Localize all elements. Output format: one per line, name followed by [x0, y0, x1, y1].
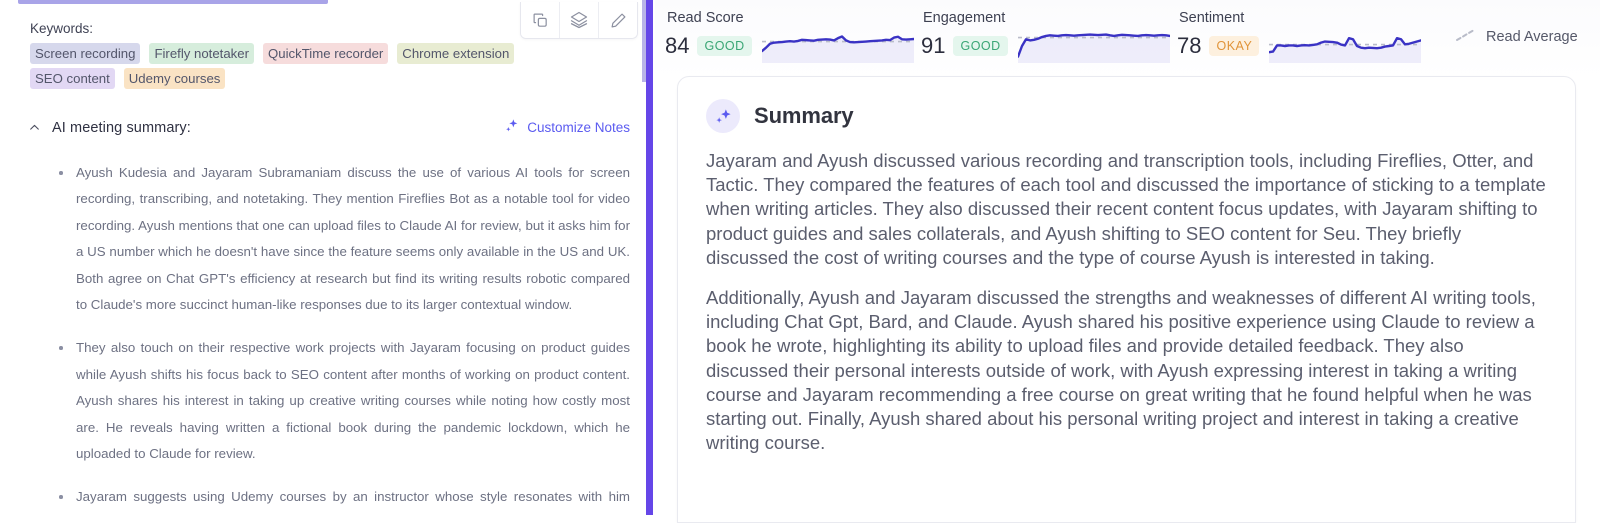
sparkle-icon	[706, 99, 740, 133]
keywords-section: Keywords: Screen recording Firefly noteta…	[30, 20, 630, 89]
keywords-label: Keywords:	[30, 21, 94, 36]
keyword-chip[interactable]: Chrome extension	[397, 43, 515, 64]
chart-legend: Read Average	[1455, 0, 1578, 46]
metric-row: 91 GOOD	[921, 29, 1177, 63]
metric-label: Read Score	[667, 10, 744, 26]
ai-summary-bullets: Ayush Kudesia and Jayaram Subramaniam di…	[58, 160, 630, 515]
ai-summary-header: AI meeting summary: Customize Notes	[26, 118, 630, 137]
metric-row: 84 GOOD	[665, 29, 921, 63]
metric-value: 78	[1177, 33, 1202, 58]
status-badge: OKAY	[1209, 36, 1260, 56]
status-badge: GOOD	[953, 36, 1008, 56]
keyword-chip[interactable]: Screen recording	[30, 43, 141, 64]
metric-label: Sentiment	[1179, 10, 1245, 26]
summary-paragraph: Jayaram and Ayush discussed various reco…	[706, 150, 1546, 268]
summary-bullet: Jayaram suggests using Udemy courses by …	[58, 484, 630, 515]
metric-value: 91	[921, 33, 946, 58]
keyword-chip[interactable]: SEO content	[30, 68, 115, 89]
app-root: Keywords: Screen recording Firefly noteta…	[0, 0, 1600, 523]
panel-divider[interactable]	[642, 0, 655, 515]
summary-card-header: Summary	[706, 99, 1547, 133]
summary-paragraph: Additionally, Ayush and Jayaram discusse…	[706, 287, 1536, 454]
summary-panel: Read Score 84 GOOD Engagement 91 GOOD Sentimen…	[655, 0, 1600, 523]
summary-bullet: They also touch on their respective work…	[58, 335, 630, 467]
customize-notes-label: Customize Notes	[527, 120, 630, 135]
chart-legend-label: Read Average	[1486, 29, 1578, 45]
notes-panel: Keywords: Screen recording Firefly noteta…	[0, 0, 646, 515]
sparkline-chart	[761, 35, 914, 63]
status-badge: GOOD	[697, 36, 752, 56]
keyword-chip[interactable]: Firefly notetaker	[149, 43, 254, 64]
summary-card-title: Summary	[754, 103, 854, 128]
dashed-line-icon	[1455, 28, 1477, 46]
metrics-bar: Read Score 84 GOOD Engagement 91 GOOD Sentimen…	[655, 0, 1600, 78]
metric-read-score: Read Score 84 GOOD	[665, 0, 921, 63]
sparkline-chart	[1017, 33, 1170, 63]
summary-card-body: Jayaram and Ayush discussed various reco…	[706, 149, 1547, 455]
sparkle-icon	[504, 118, 520, 137]
keyword-list: Screen recording Firefly notetaker QuickTi…	[30, 43, 595, 89]
metric-value: 84	[665, 33, 690, 58]
summary-card: Summary Jayaram and Ayush discussed vari…	[677, 76, 1576, 523]
customize-notes-button[interactable]: Customize Notes	[504, 118, 630, 137]
sparkline-chart	[1269, 36, 1422, 63]
divider-accent	[646, 0, 653, 515]
chevron-up-icon[interactable]	[26, 120, 42, 136]
keyword-chip[interactable]: Udemy courses	[123, 68, 226, 89]
keyword-chip[interactable]: QuickTime recorder	[263, 43, 389, 64]
summary-bullet: Ayush Kudesia and Jayaram Subramaniam di…	[58, 160, 630, 318]
metric-label: Engagement	[923, 10, 1006, 26]
metric-engagement: Engagement 91 GOOD	[921, 0, 1177, 63]
panel-top-accent	[18, 0, 328, 4]
ai-summary-title: AI meeting summary:	[52, 119, 191, 136]
metric-sentiment: Sentiment 78 OKAY	[1177, 0, 1433, 63]
metric-row: 78 OKAY	[1177, 29, 1433, 63]
